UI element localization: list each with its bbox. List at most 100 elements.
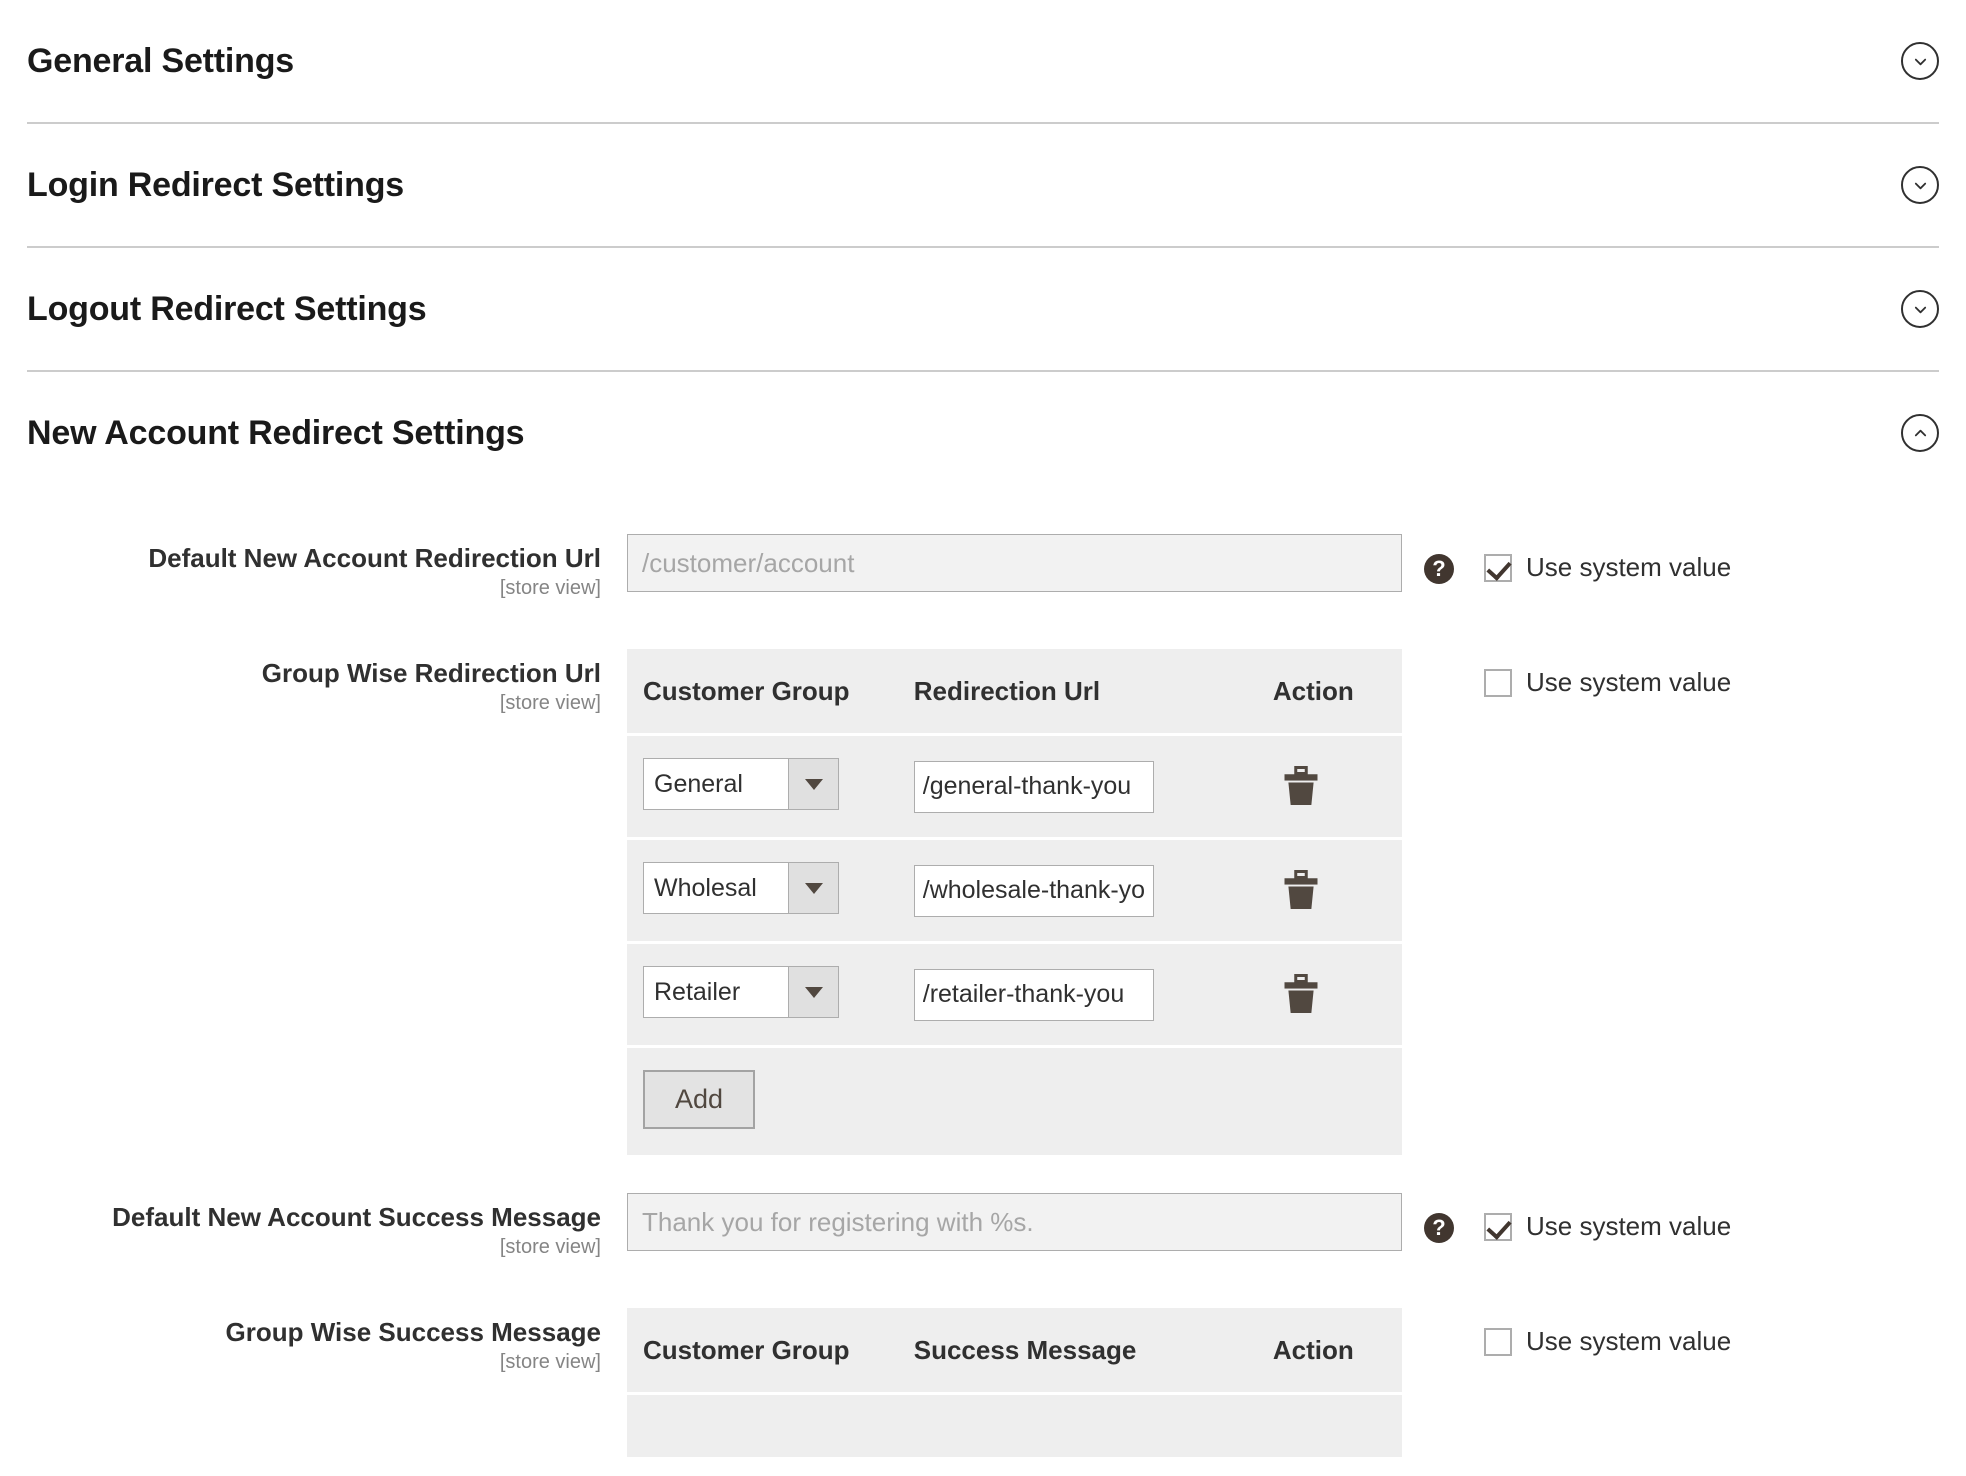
column-header-success-message: Success Message: [913, 1308, 1273, 1396]
field-group-wise-redirection-url: Group Wise Redirection Url [store view] …: [27, 649, 1939, 1156]
chevron-down-icon[interactable]: [1901, 290, 1939, 328]
use-system-value-label: Use system value: [1526, 1326, 1732, 1357]
chevron-down-icon[interactable]: [788, 759, 838, 810]
section-header-general-settings[interactable]: General Settings: [27, 0, 1939, 122]
table-add-row: Add: [627, 1046, 1402, 1156]
customer-group-select-value: General: [644, 759, 784, 810]
cell-success-message: [913, 1393, 1273, 1461]
section-title: Logout Redirect Settings: [27, 290, 427, 328]
customer-group-select-value: Wholesal: [644, 863, 784, 914]
cell-customer-group: Wholesal: [627, 838, 914, 945]
use-system-value-toggle-group-url[interactable]: Use system value: [1484, 667, 1731, 698]
chevron-down-icon[interactable]: [788, 863, 838, 914]
section-header-logout-redirect-settings[interactable]: Logout Redirect Settings: [27, 248, 1939, 370]
trash-icon[interactable]: [1283, 765, 1319, 808]
column-header-action: Action: [1272, 1308, 1402, 1396]
use-system-value-toggle-default-message[interactable]: Use system value: [1484, 1211, 1731, 1242]
redirection-url-input[interactable]: [913, 968, 1154, 1021]
cell-add: Add: [627, 1046, 1402, 1156]
section-logout-redirect-settings: Logout Redirect Settings: [27, 248, 1939, 372]
chevron-down-icon[interactable]: [1901, 42, 1939, 80]
section-header-new-account-redirect-settings[interactable]: New Account Redirect Settings: [27, 372, 1939, 494]
trash-icon[interactable]: [1283, 973, 1319, 1016]
trash-icon[interactable]: [1283, 869, 1319, 912]
cell-action: [1272, 734, 1402, 841]
field-label-block: Group Wise Redirection Url [store view]: [27, 649, 627, 714]
table-body: General /general-thank-you Wholesal /who…: [627, 734, 1402, 1156]
cell-redirection-url: [913, 734, 1273, 841]
customer-group-select[interactable]: Retailer: [643, 966, 839, 1019]
section-title: General Settings: [27, 42, 294, 80]
field-trailing: Use system value: [1402, 1308, 1731, 1358]
section-title: New Account Redirect Settings: [27, 414, 525, 452]
field-default-new-account-success-message: Default New Account Success Message [sto…: [27, 1193, 1939, 1258]
field-scope: [store view]: [499, 1236, 601, 1259]
section-title: Login Redirect Settings: [27, 166, 404, 204]
default-redirection-url-input[interactable]: [627, 534, 1402, 592]
customer-group-select[interactable]: Wholesal: [643, 862, 839, 915]
field-default-new-account-redirection-url: Default New Account Redirection Url [sto…: [27, 534, 1939, 599]
column-header-action: Action: [1272, 649, 1402, 737]
config-settings-page: General Settings Login Redirect Settings…: [0, 0, 1966, 1476]
chevron-up-glyph: [1914, 429, 1926, 436]
use-system-value-label: Use system value: [1526, 1211, 1732, 1242]
add-button[interactable]: Add: [643, 1070, 756, 1130]
field-control: Customer Group Success Message Action: [627, 1308, 1402, 1461]
use-system-value-checkbox[interactable]: [1484, 1327, 1512, 1356]
trash-glyph: [1284, 973, 1318, 1013]
chevron-down-icon[interactable]: [1901, 166, 1939, 204]
field-label-block: Default New Account Redirection Url [sto…: [27, 534, 627, 599]
column-header-customer-group: Customer Group: [627, 649, 914, 737]
cell-customer-group: Retailer: [627, 942, 914, 1049]
use-system-value-checkbox[interactable]: [1484, 553, 1512, 582]
redirection-url-input[interactable]: [913, 864, 1154, 917]
field-control: [627, 534, 1402, 592]
field-label: Group Wise Redirection Url: [261, 658, 601, 689]
field-label-block: Default New Account Success Message [sto…: [27, 1193, 627, 1258]
table-body: [627, 1393, 1402, 1461]
use-system-value-toggle-default-url[interactable]: Use system value: [1484, 552, 1731, 583]
chevron-up-icon[interactable]: [1901, 414, 1939, 452]
section-login-redirect-settings: Login Redirect Settings: [27, 124, 1939, 248]
use-system-value-label: Use system value: [1526, 552, 1732, 582]
new-account-redirect-fields: Default New Account Redirection Url [sto…: [27, 494, 1939, 1461]
cell-customer-group: [627, 1393, 914, 1461]
chevron-down-glyph: [1914, 182, 1926, 189]
table-header-row: Customer Group Redirection Url Action: [627, 649, 1402, 737]
section-header-login-redirect-settings[interactable]: Login Redirect Settings: [27, 124, 1939, 246]
table-head: Customer Group Redirection Url Action: [627, 649, 1402, 737]
use-system-value-checkbox[interactable]: [1484, 1212, 1512, 1241]
chevron-down-glyph: [1914, 306, 1926, 313]
use-system-value-checkbox[interactable]: [1484, 668, 1512, 697]
table-row: General: [627, 734, 1402, 841]
help-placeholder: [1424, 1328, 1454, 1358]
cell-customer-group: General: [627, 734, 914, 841]
use-system-value-label: Use system value: [1526, 667, 1732, 698]
question-mark-icon[interactable]: ?: [1424, 554, 1454, 584]
table-row: Wholesal: [627, 838, 1402, 945]
cell-redirection-url: [913, 942, 1273, 1049]
trash-glyph: [1284, 765, 1318, 805]
chevron-down-icon[interactable]: [788, 967, 838, 1018]
field-scope: [store view]: [499, 692, 601, 715]
field-label-block: Group Wise Success Message [store view]: [27, 1308, 627, 1374]
field-trailing: Use system value: [1402, 649, 1731, 699]
field-label: Default New Account Redirection Url: [148, 543, 601, 573]
column-header-redirection-url: Redirection Url: [913, 649, 1273, 737]
column-header-customer-group: Customer Group: [627, 1308, 914, 1396]
help-placeholder: [1424, 669, 1454, 699]
field-scope: [store view]: [499, 577, 601, 600]
table-row: Retailer: [627, 942, 1402, 1049]
redirection-url-input[interactable]: [913, 760, 1154, 813]
default-success-message-input[interactable]: [627, 1193, 1402, 1252]
table-row: [627, 1393, 1402, 1461]
use-system-value-toggle-group-message[interactable]: Use system value: [1484, 1326, 1731, 1357]
field-control: Customer Group Redirection Url Action Ge…: [627, 649, 1402, 1156]
customer-group-select[interactable]: General: [643, 758, 839, 811]
question-mark-icon[interactable]: ?: [1424, 1213, 1454, 1244]
cell-action: [1272, 942, 1402, 1049]
section-new-account-redirect-settings: New Account Redirect Settings Default Ne…: [27, 372, 1939, 1461]
